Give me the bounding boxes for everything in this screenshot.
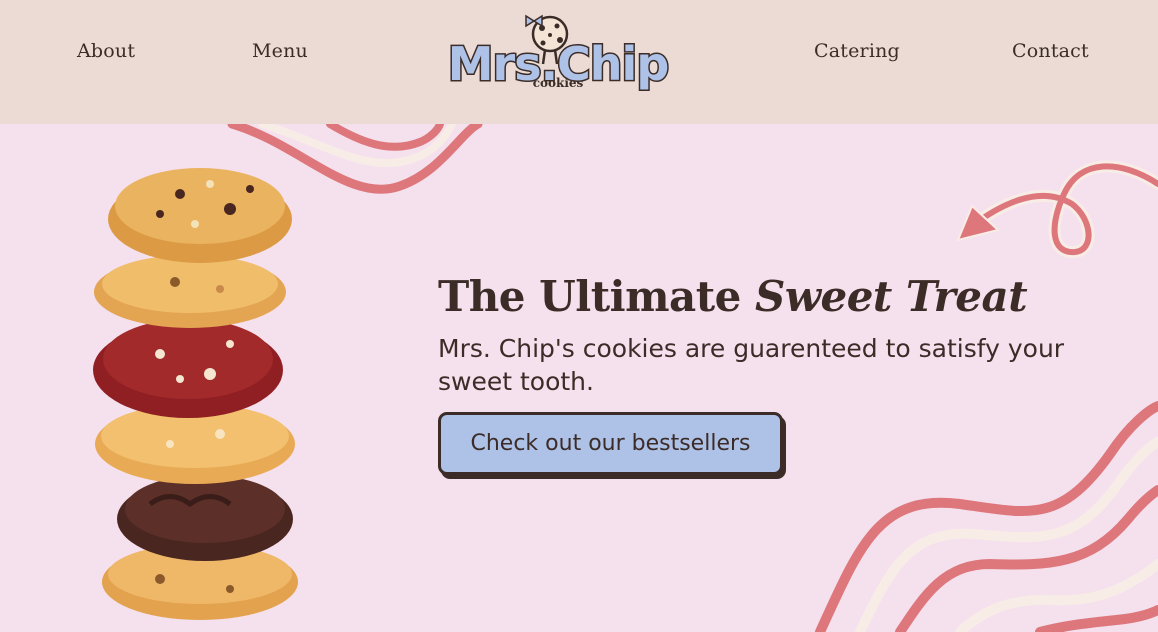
nav-contact-link[interactable]: Contact <box>1012 40 1089 62</box>
site-header: About Menu Mrs.Chip cookies Catering Con… <box>0 0 1158 124</box>
bestsellers-button[interactable]: Check out our bestsellers <box>438 412 783 475</box>
brand-logo[interactable]: Mrs.Chip cookies <box>422 12 694 94</box>
hero-section: The Ultimate Sweet Treat Mrs. Chip's coo… <box>0 124 1158 632</box>
arrow-doodle-icon <box>956 160 1158 258</box>
nav-about-link[interactable]: About <box>77 40 135 62</box>
cookie-stack-image <box>93 168 298 620</box>
hero-subtext: Mrs. Chip's cookies are guarenteed to sa… <box>438 334 1065 396</box>
logo-subtitle: cookies <box>532 76 584 90</box>
headline-italic: Sweet Treat <box>754 272 1028 321</box>
nav-menu-link[interactable]: Menu <box>252 40 308 62</box>
nav-catering-link[interactable]: Catering <box>814 40 900 62</box>
headline-plain: The Ultimate <box>438 272 755 321</box>
hero-headline: The Ultimate Sweet Treat <box>438 272 1028 321</box>
